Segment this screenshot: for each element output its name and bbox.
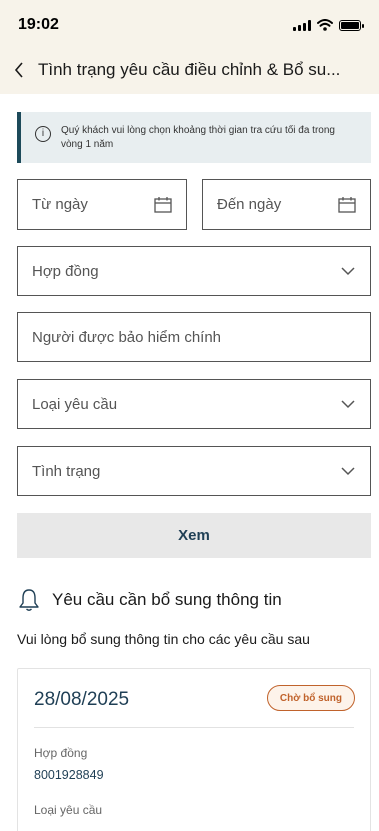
chevron-down-icon <box>341 400 355 409</box>
bell-icon <box>19 589 39 611</box>
section-header: Yêu cầu cần bổ sung thông tin <box>18 588 282 612</box>
contract-label: Hợp đồng <box>34 746 88 760</box>
contract-value: 8001928849 <box>34 768 104 782</box>
status-select[interactable]: Tình trạng <box>17 446 371 496</box>
info-icon: i <box>35 126 51 142</box>
status-bar: 19:02 <box>0 0 379 50</box>
to-date-field[interactable]: Đến ngày <box>202 179 371 230</box>
status-badge: Chờ bổ sung <box>266 685 355 711</box>
status-placeholder: Tình trạng <box>32 462 101 480</box>
chevron-down-icon <box>341 267 355 276</box>
calendar-icon <box>154 196 172 213</box>
request-type-select[interactable]: Loại yêu cầu <box>17 379 371 429</box>
request-type-placeholder: Loại yêu cầu <box>32 395 118 413</box>
request-date: 28/08/2025 <box>34 689 130 710</box>
contract-placeholder: Hợp đồng <box>32 262 99 280</box>
app-header: Tình trạng yêu cầu điều chỉnh & Bổ su... <box>0 50 379 90</box>
info-message: Quý khách vui lòng chọn khoảng thời gian… <box>61 125 335 150</box>
contract-select[interactable]: Hợp đồng <box>17 246 371 296</box>
status-icons <box>293 19 364 31</box>
from-date-field[interactable]: Từ ngày <box>17 179 187 230</box>
to-date-placeholder: Đến ngày <box>217 196 282 213</box>
calendar-icon <box>338 196 356 213</box>
wifi-icon <box>317 19 333 31</box>
card-divider <box>34 727 354 728</box>
section-title: Yêu cầu cần bổ sung thông tin <box>52 590 282 609</box>
signal-icon <box>293 19 311 31</box>
from-date-placeholder: Từ ngày <box>32 196 88 213</box>
view-button[interactable]: Xem <box>17 513 371 558</box>
back-icon[interactable] <box>14 60 28 80</box>
chevron-down-icon <box>341 467 355 476</box>
insured-person-input[interactable]: Người được bảo hiểm chính <box>17 312 371 362</box>
request-card[interactable]: 28/08/2025 Chờ bổ sung Hợp đồng 80019288… <box>17 668 371 831</box>
status-time: 19:02 <box>18 16 59 33</box>
info-banner: i Quý khách vui lòng chọn khoảng thời gi… <box>17 112 371 163</box>
request-type-label: Loại yêu cầu <box>34 803 103 817</box>
battery-icon <box>339 19 364 31</box>
insured-person-placeholder: Người được bảo hiểm chính <box>32 328 222 346</box>
main-content: i Quý khách vui lòng chọn khoảng thời gi… <box>0 94 379 831</box>
page-title: Tình trạng yêu cầu điều chỉnh & Bổ su... <box>38 60 341 79</box>
section-subtitle: Vui lòng bổ sung thông tin cho các yêu c… <box>17 631 310 647</box>
